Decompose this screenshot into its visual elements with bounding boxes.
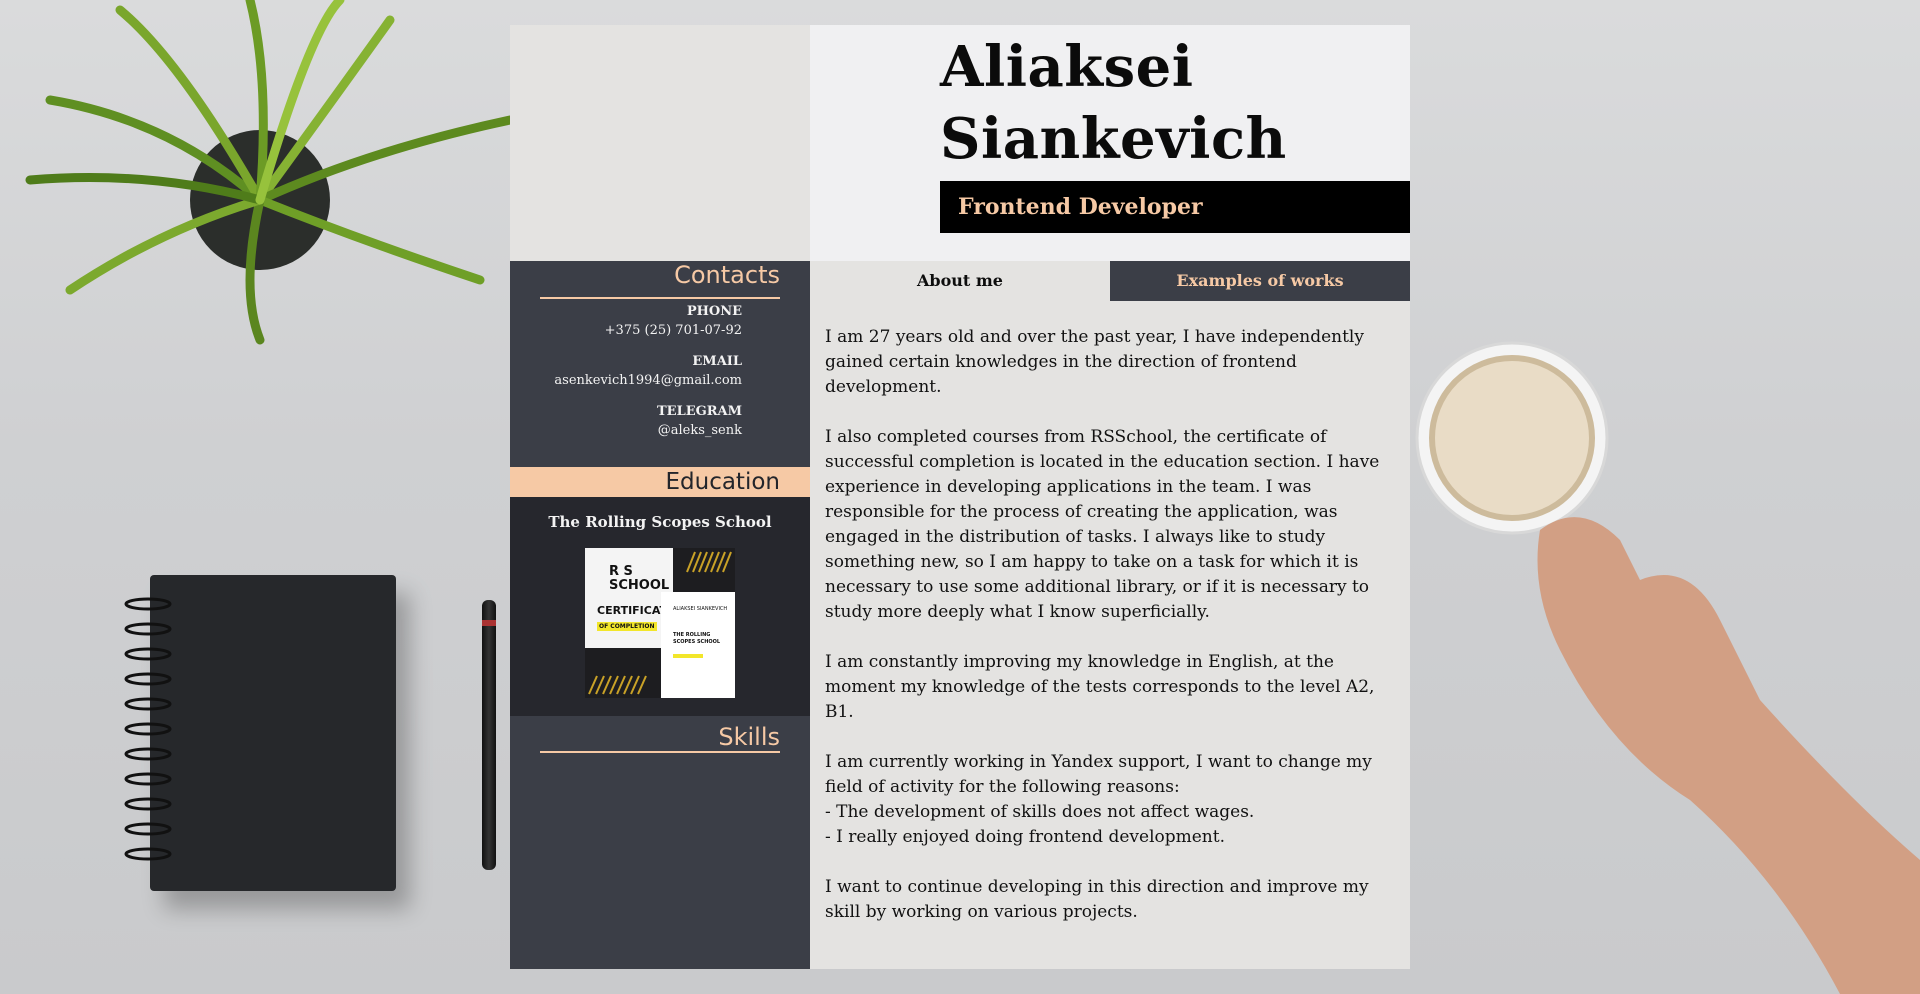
cert-subheading: OF COMPLETION [597, 622, 657, 631]
telegram-label: TELEGRAM [656, 404, 742, 419]
photo-placeholder [510, 25, 810, 261]
plant-image [25, 0, 515, 345]
certificate-left-panel [585, 548, 673, 648]
education-block: The Rolling Scopes School R S SCHOOL CER… [510, 497, 810, 716]
pen-image [482, 600, 496, 870]
about-section: I am 27 years old and over the past year… [825, 325, 1400, 950]
phone-label: PHONE [686, 304, 742, 319]
contacts-title: Contacts [674, 261, 780, 289]
about-paragraph-4: I am currently working in Yandex support… [825, 750, 1400, 850]
cert-recipient: ALIAKSEI SIANKEVICH [673, 606, 728, 612]
about-paragraph-2: I also completed courses from RSSchool, … [825, 427, 1380, 622]
pen-band [482, 620, 496, 626]
sidebar: Contacts PHONE +375 (25) 701-07-92 EMAIL… [510, 261, 810, 969]
email-label: EMAIL [692, 354, 742, 369]
hand-image [1537, 517, 1920, 994]
cv-page: Aliaksei Siankevich Frontend Developer C… [510, 25, 1410, 969]
tab-about-me[interactable]: About me [810, 261, 1110, 301]
notebook-image [150, 575, 396, 891]
certificate-right-panel: ALIAKSEI SIANKEVICH THE ROLLING SCOPES S… [661, 592, 735, 698]
about-p4-line3: - I really enjoyed doing frontend develo… [825, 827, 1225, 847]
cert-brand-line2: SCHOOL [609, 578, 670, 593]
tab-examples-of-works[interactable]: Examples of works [1110, 261, 1410, 301]
school-name: The Rolling Scopes School [548, 513, 772, 531]
notebook-rings [124, 597, 172, 861]
about-paragraph-5: I want to continue developing in this di… [825, 877, 1369, 922]
name-first: Aliaksei [940, 34, 1194, 100]
about-paragraph-3: I am constantly improving my knowledge i… [825, 652, 1375, 722]
contacts-divider [540, 297, 780, 299]
cert-highlight [673, 654, 703, 658]
cert-school-line: THE ROLLING SCOPES SCHOOL [673, 632, 721, 645]
education-title: Education [665, 469, 780, 495]
person-name: Aliaksei Siankevich [940, 31, 1400, 175]
education-header: Education [510, 467, 810, 497]
cert-stripes-bottom [588, 675, 647, 695]
about-p4-line1: I am currently working in Yandex support… [825, 752, 1372, 797]
phone-value[interactable]: +375 (25) 701-07-92 [605, 323, 742, 338]
telegram-value[interactable]: @aleks_senk [658, 423, 742, 438]
email-value[interactable]: asenkevich1994@gmail.com [554, 373, 742, 388]
cert-brand-line1: R S [609, 564, 633, 579]
skills-title: Skills [718, 723, 780, 751]
about-paragraph-1: I am 27 years old and over the past year… [825, 327, 1364, 397]
certificate-image[interactable]: R S SCHOOL CERTIFICATE OF COMPLETION ALI… [585, 548, 735, 698]
cv-header: Aliaksei Siankevich Frontend Developer [810, 25, 1410, 261]
about-p4-line2: - The development of skills does not aff… [825, 802, 1255, 822]
job-title: Frontend Developer [940, 181, 1410, 233]
cert-stripes-top [686, 551, 732, 573]
skills-divider [540, 751, 780, 753]
name-last: Siankevich [940, 106, 1287, 172]
